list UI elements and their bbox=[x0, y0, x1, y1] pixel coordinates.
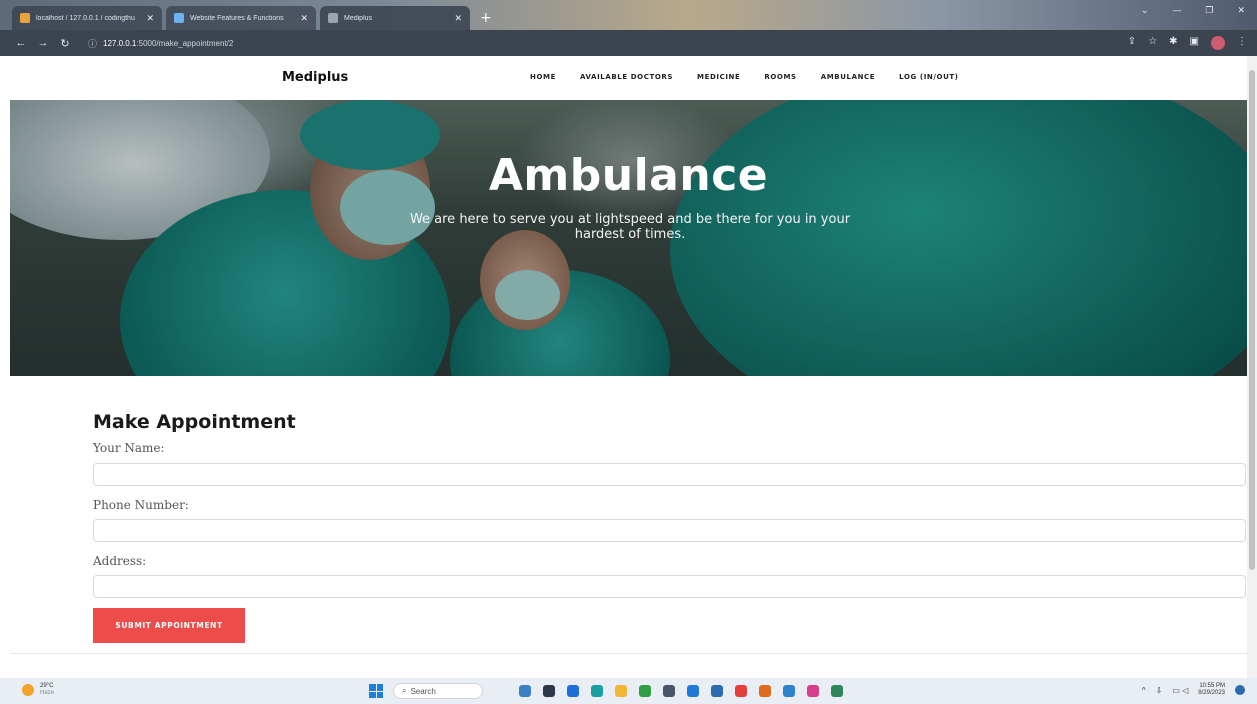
notification-icon[interactable] bbox=[1235, 685, 1245, 695]
name-input[interactable] bbox=[93, 463, 1246, 486]
task-view-icon[interactable] bbox=[543, 685, 555, 697]
nav-available-doctors[interactable]: AVAILABLE DOCTORS bbox=[580, 73, 673, 81]
hero-subtitle: We are here to serve you at lightspeed a… bbox=[409, 212, 851, 242]
file-explorer-icon[interactable] bbox=[615, 685, 627, 697]
chrome-profile-icon[interactable] bbox=[759, 685, 771, 697]
reload-icon[interactable]: ↻ bbox=[54, 37, 76, 50]
site-favicon-icon bbox=[328, 13, 338, 23]
tab-label: Mediplus bbox=[344, 14, 373, 22]
url-field[interactable]: ⓘ 127.0.0.1 :5000/make_appointment/2 bbox=[88, 37, 233, 50]
minimize-icon[interactable]: — bbox=[1172, 6, 1181, 16]
hero-title: Ambulance bbox=[488, 150, 769, 201]
system-tray: ^ ⇩ ▭ ◁ 10:55 PM 8/29/2023 bbox=[1142, 683, 1245, 697]
tab-website-features[interactable]: Website Features & Functions ✕ bbox=[166, 6, 316, 30]
weather-temperature: 29°C bbox=[40, 683, 54, 689]
weather-sun-icon bbox=[22, 684, 34, 696]
nav-login[interactable]: LOG (IN/OUT) bbox=[899, 73, 958, 81]
app-icon[interactable] bbox=[663, 685, 675, 697]
weather-widget[interactable]: 29°C Haze bbox=[22, 683, 54, 697]
phone-input[interactable] bbox=[93, 519, 1246, 542]
tab-search-icon[interactable]: ⌄ bbox=[1141, 6, 1149, 16]
edge-browser-icon[interactable] bbox=[591, 685, 603, 697]
tab-mediplus[interactable]: Mediplus ✕ bbox=[320, 6, 470, 30]
app-icon[interactable] bbox=[711, 685, 723, 697]
nav-home[interactable]: HOME bbox=[530, 73, 556, 81]
site-info-icon[interactable]: ⓘ bbox=[88, 37, 97, 50]
vscode-icon[interactable] bbox=[687, 685, 699, 697]
site-brand[interactable]: Mediplus bbox=[282, 70, 348, 85]
browser-tab-bar: localhost / 127.0.0.1 / codingthu ✕ Webs… bbox=[0, 0, 1257, 30]
back-icon[interactable]: ← bbox=[10, 37, 32, 49]
page-scrollbar[interactable] bbox=[1247, 56, 1257, 678]
close-icon[interactable]: ✕ bbox=[146, 13, 154, 24]
chrome-icon[interactable] bbox=[639, 685, 651, 697]
web-page: Mediplus HOME AVAILABLE DOCTORS MEDICINE… bbox=[0, 56, 1257, 678]
nav-medicine[interactable]: MEDICINE bbox=[697, 73, 740, 81]
extensions-icon[interactable]: ✱ bbox=[1169, 36, 1177, 50]
chevron-up-icon[interactable]: ^ bbox=[1142, 686, 1146, 695]
address-label: Address: bbox=[93, 554, 147, 568]
search-placeholder: Search bbox=[410, 686, 436, 696]
side-panel-icon[interactable]: ▣ bbox=[1190, 36, 1199, 50]
phpmyadmin-favicon-icon bbox=[20, 13, 30, 23]
usb-icon[interactable]: ⇩ bbox=[1156, 686, 1163, 695]
site-menu: HOME AVAILABLE DOCTORS MEDICINE ROOMS AM… bbox=[530, 73, 983, 81]
profile-avatar-icon[interactable] bbox=[1211, 36, 1225, 50]
submit-appointment-button[interactable]: SUBMIT APPOINTMENT bbox=[93, 608, 245, 643]
close-icon[interactable]: ✕ bbox=[454, 13, 462, 24]
clock[interactable]: 10:55 PM 8/29/2023 bbox=[1198, 683, 1225, 697]
url-host: 127.0.0.1 bbox=[103, 38, 137, 48]
address-input[interactable] bbox=[93, 575, 1246, 598]
clock-date: 8/29/2023 bbox=[1198, 690, 1225, 696]
tab-label: localhost / 127.0.0.1 / codingthu bbox=[36, 14, 135, 22]
network-volume-icon[interactable]: ▭ ◁ bbox=[1172, 686, 1188, 695]
clock-time: 10:55 PM bbox=[1199, 683, 1225, 689]
address-bar: ← → ↻ ⓘ 127.0.0.1 :5000/make_appointment… bbox=[0, 30, 1257, 56]
scrollbar-thumb[interactable] bbox=[1249, 70, 1255, 570]
tab-label: Website Features & Functions bbox=[190, 14, 284, 22]
pinned-apps bbox=[519, 685, 843, 697]
restore-icon[interactable]: ❐ bbox=[1205, 6, 1213, 16]
window-controls: ⌄ — ❐ ✕ bbox=[1141, 6, 1245, 16]
menu-kebab-icon[interactable]: ⋮ bbox=[1237, 36, 1247, 50]
messaging-app-icon[interactable] bbox=[567, 685, 579, 697]
nav-ambulance[interactable]: AMBULANCE bbox=[821, 73, 875, 81]
tab-phpmyadmin[interactable]: localhost / 127.0.0.1 / codingthu ✕ bbox=[12, 6, 162, 30]
chat-app-icon[interactable] bbox=[519, 685, 531, 697]
site-favicon-icon bbox=[174, 13, 184, 23]
hero-banner: Ambulance We are here to serve you at li… bbox=[10, 100, 1247, 376]
search-icon: ⌕ bbox=[402, 686, 407, 695]
browser-toolbar: ⇪ ☆ ✱ ▣ ⋮ bbox=[1128, 36, 1247, 50]
os-taskbar: 29°C Haze ⌕ Search ^ ⇩ ▭ ◁ 10:55 PM 8/29… bbox=[0, 678, 1257, 704]
app-icon[interactable] bbox=[807, 685, 819, 697]
nav-rooms[interactable]: ROOMS bbox=[764, 73, 796, 81]
share-icon[interactable]: ⇪ bbox=[1128, 36, 1136, 50]
forward-icon[interactable]: → bbox=[32, 37, 54, 49]
chrome-profile-icon[interactable] bbox=[735, 685, 747, 697]
new-tab-button[interactable]: + bbox=[474, 6, 498, 30]
windows-start-icon[interactable] bbox=[369, 684, 383, 698]
site-navbar: Mediplus HOME AVAILABLE DOCTORS MEDICINE… bbox=[0, 56, 1247, 100]
url-path: :5000/make_appointment/2 bbox=[136, 38, 234, 48]
close-window-icon[interactable]: ✕ bbox=[1237, 6, 1245, 16]
terminal-app-icon[interactable] bbox=[831, 685, 843, 697]
name-label: Your Name: bbox=[93, 441, 165, 455]
phone-label: Phone Number: bbox=[93, 498, 189, 512]
chrome-profile-icon[interactable] bbox=[783, 685, 795, 697]
weather-condition: Haze bbox=[40, 690, 55, 696]
close-icon[interactable]: ✕ bbox=[300, 13, 308, 24]
taskbar-search[interactable]: ⌕ Search bbox=[393, 683, 483, 699]
footer-divider bbox=[10, 653, 1247, 654]
taskbar-center: ⌕ Search bbox=[369, 683, 843, 699]
bookmark-star-icon[interactable]: ☆ bbox=[1148, 36, 1157, 50]
form-title: Make Appointment bbox=[93, 411, 296, 433]
